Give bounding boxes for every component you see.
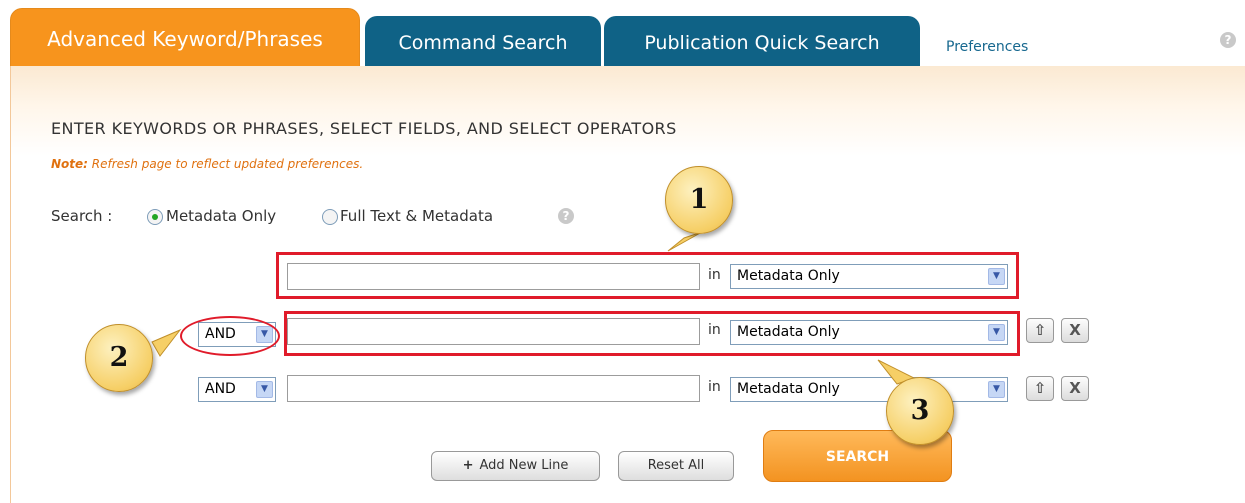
- search-scope-label: Search :: [51, 207, 113, 225]
- move-up-button-3[interactable]: ⇧: [1026, 376, 1054, 401]
- callout-3: 3: [886, 377, 954, 445]
- note-body: Refresh page to reflect updated preferen…: [87, 157, 364, 171]
- radio-metadata-only[interactable]: [147, 209, 163, 225]
- tab-advanced-keyword-phrases[interactable]: Advanced Keyword/Phrases: [10, 8, 360, 67]
- annotation-highlight-row-1: [276, 252, 1019, 299]
- add-line-icon: +: [462, 458, 474, 473]
- help-icon[interactable]: ?: [1220, 32, 1236, 48]
- in-label-3: in: [708, 379, 721, 395]
- annotation-highlight-row-2: [284, 311, 1020, 356]
- operator-select-3[interactable]: AND ▼: [198, 377, 276, 402]
- search-term-input-3[interactable]: [287, 375, 700, 402]
- scope-help-icon[interactable]: ?: [558, 208, 574, 224]
- radio-metadata-only-label[interactable]: Metadata Only: [166, 207, 276, 225]
- annotation-ellipse-operator: [180, 316, 280, 356]
- field-select-3[interactable]: Metadata Only ▼: [730, 377, 1008, 402]
- chevron-down-icon[interactable]: ▼: [988, 381, 1005, 398]
- add-new-line-label: Add New Line: [479, 458, 569, 473]
- close-icon: X: [1069, 379, 1081, 397]
- move-up-icon: ⇧: [1033, 321, 1047, 339]
- chevron-down-icon[interactable]: ▼: [256, 381, 273, 398]
- tab-command-search[interactable]: Command Search: [365, 16, 601, 73]
- note-prefix: Note:: [51, 157, 88, 171]
- callout-1: 1: [665, 166, 733, 234]
- radio-full-text-metadata[interactable]: [322, 209, 338, 225]
- remove-row-button-2[interactable]: X: [1061, 318, 1089, 343]
- remove-row-button-3[interactable]: X: [1061, 376, 1089, 401]
- callout-2: 2: [85, 324, 153, 392]
- note-text: Note: Refresh page to reflect updated pr…: [51, 157, 363, 171]
- add-new-line-button[interactable]: + Add New Line: [431, 451, 600, 481]
- move-up-icon: ⇧: [1033, 379, 1047, 397]
- field-select-3-value: Metadata Only: [737, 381, 840, 397]
- reset-all-button[interactable]: Reset All: [618, 451, 734, 481]
- move-up-button-2[interactable]: ⇧: [1026, 318, 1054, 343]
- page-heading: ENTER KEYWORDS OR PHRASES, SELECT FIELDS…: [51, 119, 677, 138]
- operator-select-3-value: AND: [205, 381, 236, 397]
- preferences-link[interactable]: Preferences: [946, 39, 1028, 55]
- tab-publication-quick-search[interactable]: Publication Quick Search: [604, 16, 920, 73]
- close-icon: X: [1069, 321, 1081, 339]
- radio-full-text-metadata-label[interactable]: Full Text & Metadata: [340, 207, 493, 225]
